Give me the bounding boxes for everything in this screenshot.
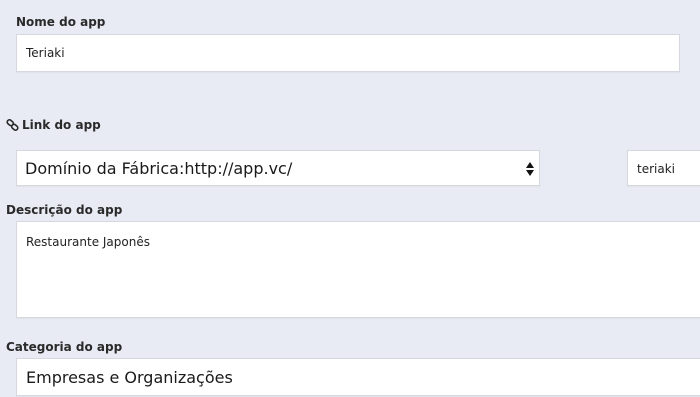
- app-category-value: Empresas e Organizações: [26, 368, 233, 387]
- app-slug-input[interactable]: teriaki: [627, 150, 700, 186]
- app-link-label: Link do app: [22, 118, 101, 132]
- link-icon: [6, 119, 20, 131]
- domain-select-value: Domínio da Fábrica:http://app.vc/: [25, 159, 293, 178]
- app-category-select[interactable]: Empresas e Organizações: [16, 358, 700, 396]
- domain-select[interactable]: Domínio da Fábrica:http://app.vc/: [16, 150, 540, 186]
- app-name-label: Nome do app: [16, 15, 106, 29]
- app-link-label-row: Link do app: [6, 118, 101, 132]
- app-name-value: Teriaki: [26, 46, 65, 60]
- app-description-value: Restaurante Japonês: [26, 235, 150, 249]
- app-name-input[interactable]: Teriaki: [16, 34, 680, 72]
- select-arrows-icon: [525, 159, 535, 179]
- app-description-label: Descrição do app: [6, 203, 123, 217]
- app-slug-value: teriaki: [637, 162, 675, 176]
- app-category-label: Categoria do app: [6, 340, 123, 354]
- app-description-textarea[interactable]: Restaurante Japonês: [16, 221, 700, 318]
